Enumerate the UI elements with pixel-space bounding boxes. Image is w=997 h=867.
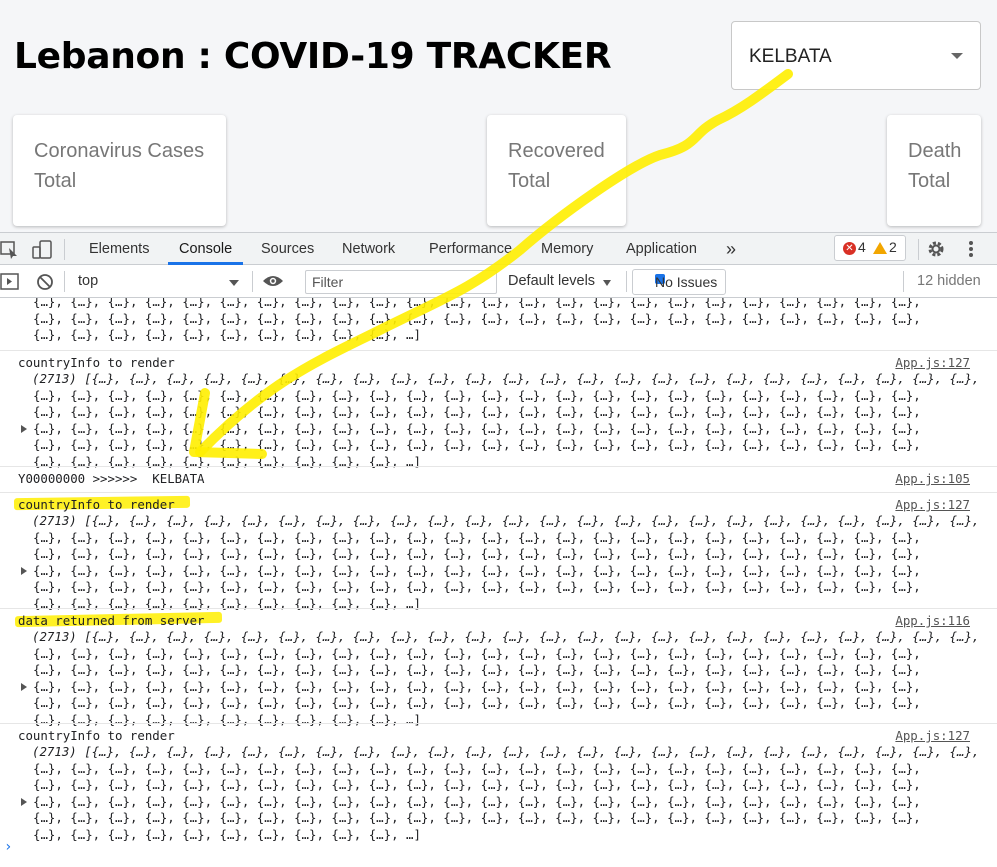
console-entry[interactable]: countryInfo to render App.js:127 (2713) [{… (0, 350, 997, 469)
error-icon: ✕ (843, 242, 856, 255)
hidden-count: 12 hidden (917, 273, 981, 289)
tab-elements[interactable]: Elements (89, 233, 149, 265)
recovered-card-subtitle: Total (508, 170, 551, 192)
issues-counter-button[interactable]: ✕ 4 2 (834, 235, 906, 261)
log-levels-value: Default levels (508, 273, 596, 289)
filter-placeholder: Filter (312, 274, 344, 290)
array-preview-line: {…}, {…}, {…}, {…}, {…}, {…}, {…}, {…}, … (33, 695, 929, 710)
tab-console[interactable]: Console (179, 233, 232, 265)
context-select-value: top (78, 273, 99, 289)
error-count: 4 (858, 239, 866, 255)
chevron-down-icon (951, 53, 963, 59)
source-link[interactable]: App.js:127 (895, 728, 970, 744)
gear-icon[interactable] (926, 239, 946, 259)
recovered-card-title: Recovered (508, 140, 605, 162)
console-entry[interactable]: countryInfo to render App.js:127 (2713) [{… (0, 723, 997, 842)
console-message: Y00000000 >>>>>> KELBATA (18, 471, 205, 486)
array-preview-line: {…}, {…}, {…}, {…}, {…}, {…}, {…}, {…}, … (33, 562, 929, 578)
toolbar-divider (918, 239, 919, 260)
toolbar-divider (903, 271, 904, 292)
inspect-element-icon[interactable] (0, 240, 20, 260)
array-preview-line: {…}, {…}, {…}, {…}, {…}, {…}, {…}, {…}, … (33, 810, 929, 825)
death-card-subtitle: Total (908, 170, 951, 192)
source-link[interactable]: App.js:105 (895, 471, 970, 487)
toolbar-divider (64, 239, 65, 260)
array-preview-line: {…}, {…}, {…}, {…}, {…}, {…}, {…}, {…}, … (33, 437, 929, 452)
array-preview-line: {…}, {…}, {…}, {…}, {…}, {…}, {…}, {…}, … (33, 387, 929, 403)
array-preview-line: {…}, {…}, {…}, {…}, {…}, {…}, {…}, {…}, … (33, 579, 929, 594)
array-preview-line: {…}, {…}, {…}, {…}, {…}, {…}, {…}, {…}, … (33, 529, 929, 545)
sidebar-toggle-icon[interactable] (0, 273, 20, 291)
region-select[interactable]: KELBATA (731, 21, 981, 90)
cases-card[interactable]: Coronavirus Cases Total (13, 115, 226, 226)
chevron-down-icon (229, 280, 239, 286)
chevron-down-icon (603, 280, 611, 286)
array-preview-line: {…}, {…}, {…}, {…}, {…}, {…}, {…}, {…}, … (33, 760, 929, 776)
toolbar-divider (626, 271, 627, 292)
expand-triangle-icon[interactable] (21, 566, 27, 575)
array-preview-line: {…}, {…}, {…}, {…}, {…}, {…}, {…}, {…}, … (33, 826, 421, 842)
toolbar-divider (64, 271, 65, 292)
array-preview-line: {…}, {…}, {…}, {…}, {…}, {…}, {…}, {…}, … (33, 662, 929, 677)
tab-memory[interactable]: Memory (541, 233, 593, 265)
console-entry[interactable]: countryInfo to render App.js:127 (2713) [{… (0, 492, 997, 611)
expand-triangle-icon[interactable] (21, 797, 27, 806)
region-select-value: KELBATA (749, 46, 832, 67)
page-title: Lebanon : COVID-19 TRACKER (14, 36, 612, 77)
array-preview-line: {…}, {…}, {…}, {…}, {…}, {…}, {…}, {…}, … (33, 645, 929, 661)
cases-card-title: Coronavirus Cases (34, 140, 205, 162)
array-preview-line: (2713) [{…}, {…}, {…}, {…}, {…}, {…}, {…… (32, 629, 987, 644)
array-preview-line: {…}, {…}, {…}, {…}, {…}, {…}, {…}, {…}, … (33, 310, 929, 326)
array-preview-line: {…}, {…}, {…}, {…}, {…}, {…}, {…}, {…}, … (33, 793, 929, 809)
cases-card-subtitle: Total (34, 170, 77, 192)
source-link[interactable]: App.js:127 (895, 355, 970, 371)
array-preview-line: (2713) [{…}, {…}, {…}, {…}, {…}, {…}, {…… (32, 371, 987, 386)
console-message: data returned from server (18, 613, 205, 628)
tab-performance[interactable]: Performance (429, 233, 512, 265)
expand-triangle-icon[interactable] (21, 424, 27, 433)
array-preview-line: {…}, {…}, {…}, {…}, {…}, {…}, {…}, {…}, … (33, 678, 929, 694)
source-link[interactable]: App.js:116 (895, 613, 970, 629)
console-log[interactable]: {…}, {…}, {…}, {…}, {…}, {…}, {…}, {…}, … (0, 298, 997, 867)
console-entry[interactable]: Y00000000 >>>>>> KELBATA App.js:105 (0, 466, 997, 492)
warning-count: 2 (889, 239, 897, 255)
context-select[interactable]: top (70, 269, 246, 295)
device-toolbar-icon[interactable] (31, 239, 53, 261)
toolbar-divider (252, 271, 253, 292)
tab-sources[interactable]: Sources (261, 233, 314, 265)
console-prompt[interactable]: › (4, 839, 12, 855)
array-preview-line: {…}, {…}, {…}, {…}, {…}, {…}, {…}, {…}, … (33, 777, 929, 792)
console-entry[interactable]: data returned from server App.js:116 (2713… (0, 608, 997, 727)
no-issues-label: No Issues (655, 274, 718, 290)
array-preview-line: {…}, {…}, {…}, {…}, {…}, {…}, {…}, {…}, … (33, 420, 929, 436)
array-preview-line: {…}, {…}, {…}, {…}, {…}, {…}, {…}, {…}, … (33, 327, 421, 342)
array-preview-line: {…}, {…}, {…}, {…}, {…}, {…}, {…}, {…}, … (33, 546, 929, 561)
console-filter-bar: top Filter Default levels No Issues 12 h… (0, 265, 997, 298)
no-issues-button[interactable]: No Issues (632, 269, 726, 295)
tracker-app: Lebanon : COVID-19 TRACKER KELBATA Coron… (0, 0, 997, 232)
filter-input[interactable]: Filter (305, 270, 497, 294)
array-preview-line: (2713) [{…}, {…}, {…}, {…}, {…}, {…}, {…… (32, 744, 987, 759)
warning-icon (873, 242, 887, 254)
source-link[interactable]: App.js:127 (895, 497, 970, 513)
array-preview-line: (2713) [{…}, {…}, {…}, {…}, {…}, {…}, {…… (32, 513, 987, 528)
tab-network[interactable]: Network (342, 233, 395, 265)
array-preview-line: {…}, {…}, {…}, {…}, {…}, {…}, {…}, {…}, … (33, 404, 929, 419)
console-message: countryInfo to render (18, 355, 175, 370)
death-card[interactable]: Death Total (887, 115, 981, 226)
log-levels-select[interactable]: Default levels (502, 269, 620, 295)
death-card-title: Death (908, 140, 962, 162)
kebab-menu-icon[interactable] (966, 240, 976, 260)
array-preview-line: {…}, {…}, {…}, {…}, {…}, {…}, {…}, {…}, … (33, 298, 929, 309)
more-tabs-button[interactable]: » (726, 233, 736, 265)
console-message: countryInfo to render (18, 497, 175, 512)
console-message: countryInfo to render (18, 728, 175, 743)
expand-triangle-icon[interactable] (21, 682, 27, 691)
eye-icon[interactable] (262, 274, 284, 288)
clear-console-icon[interactable] (36, 273, 54, 291)
console-entry[interactable]: {…}, {…}, {…}, {…}, {…}, {…}, {…}, {…}, … (0, 298, 997, 350)
recovered-card[interactable]: Recovered Total (487, 115, 626, 226)
tab-application[interactable]: Application (626, 233, 697, 265)
